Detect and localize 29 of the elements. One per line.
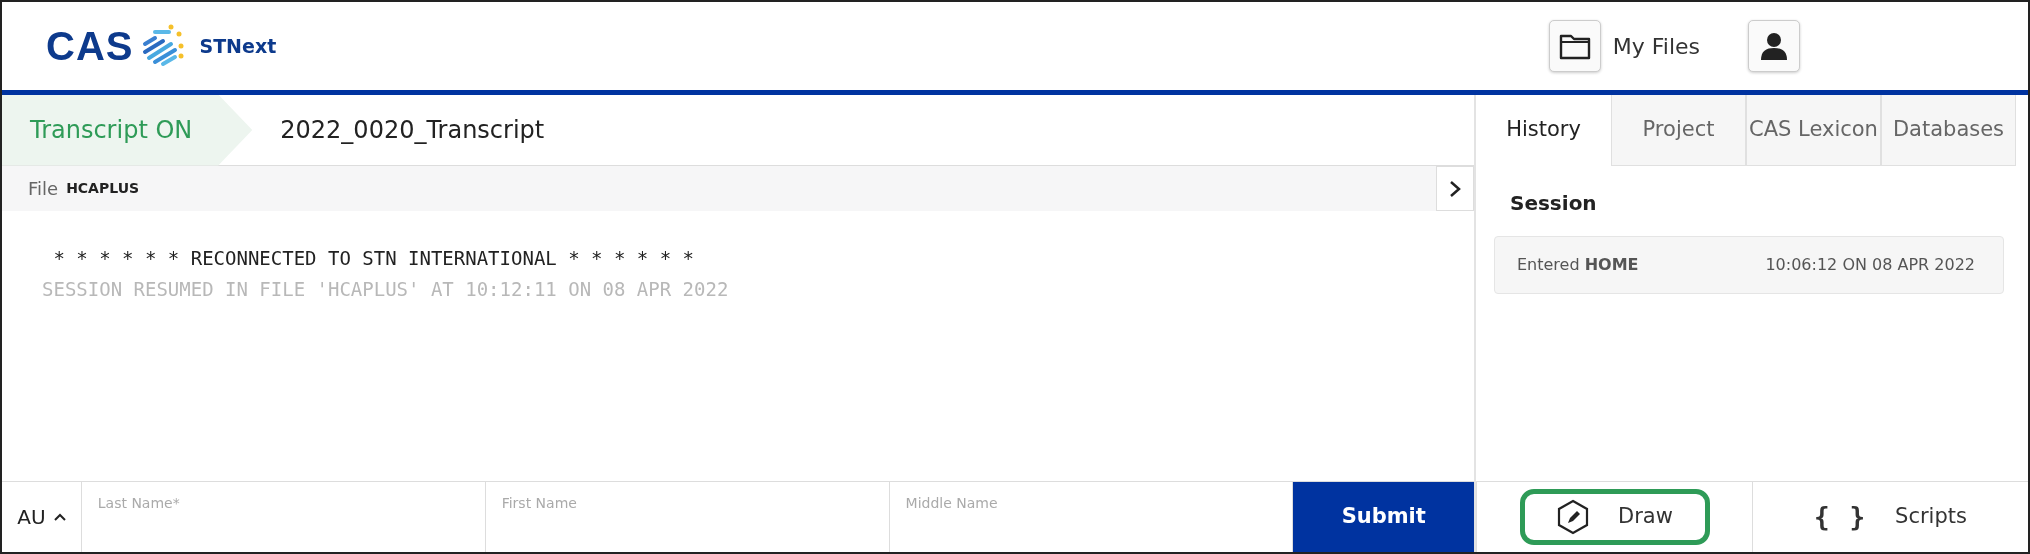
file-label: File	[28, 177, 59, 201]
user-button[interactable]	[1748, 20, 1800, 72]
transcript-line: * * * * * * RECONNECTED TO STN INTERNATIONAL * * * * * *	[52, 246, 696, 271]
panel-tab[interactable]: Databases	[1881, 95, 2016, 166]
braces-icon: { }	[1814, 497, 1868, 537]
user-icon	[1761, 32, 1787, 60]
folder-button[interactable]	[1548, 20, 1601, 72]
entry-action: Entered HOME	[1517, 254, 1639, 276]
transcript-name: 2022_0020_Transcript	[280, 115, 545, 146]
transcript-status: Transcript ON	[2, 94, 253, 166]
chevron-right-icon	[1449, 179, 1461, 198]
transcript-line: SESSION RESUMED IN FILE 'HCAPLUS' AT 10:12:11 ON 08 APR 2022	[42, 277, 730, 302]
dots-logo-icon	[141, 24, 186, 68]
panel-tab[interactable]: Project	[1611, 95, 1746, 166]
section-title: Session	[1509, 190, 1598, 217]
draw-button[interactable]: Draw	[1519, 489, 1710, 545]
panel-tab[interactable]: CAS Lexicon	[1746, 95, 1881, 166]
product-name: STNext	[199, 33, 277, 59]
logo-text: CAS	[46, 23, 134, 70]
caret-up-icon	[53, 513, 66, 521]
submit-button[interactable]: Submit	[1293, 482, 1474, 552]
pencil-hexagon-icon	[1556, 499, 1591, 535]
my-files-link[interactable]: My Files	[1612, 29, 1700, 63]
file-name: HCAPLUS	[66, 179, 140, 198]
history-entry[interactable]: Entered HOME 10:06:12 ON 08 APR 2022	[1494, 236, 2004, 294]
folder-icon	[1558, 32, 1591, 60]
field-code-dropdown[interactable]: AU	[2, 482, 82, 552]
entry-time: 10:06:12 ON 08 APR 2022	[1765, 254, 1975, 276]
expand-button[interactable]	[1436, 166, 1474, 211]
